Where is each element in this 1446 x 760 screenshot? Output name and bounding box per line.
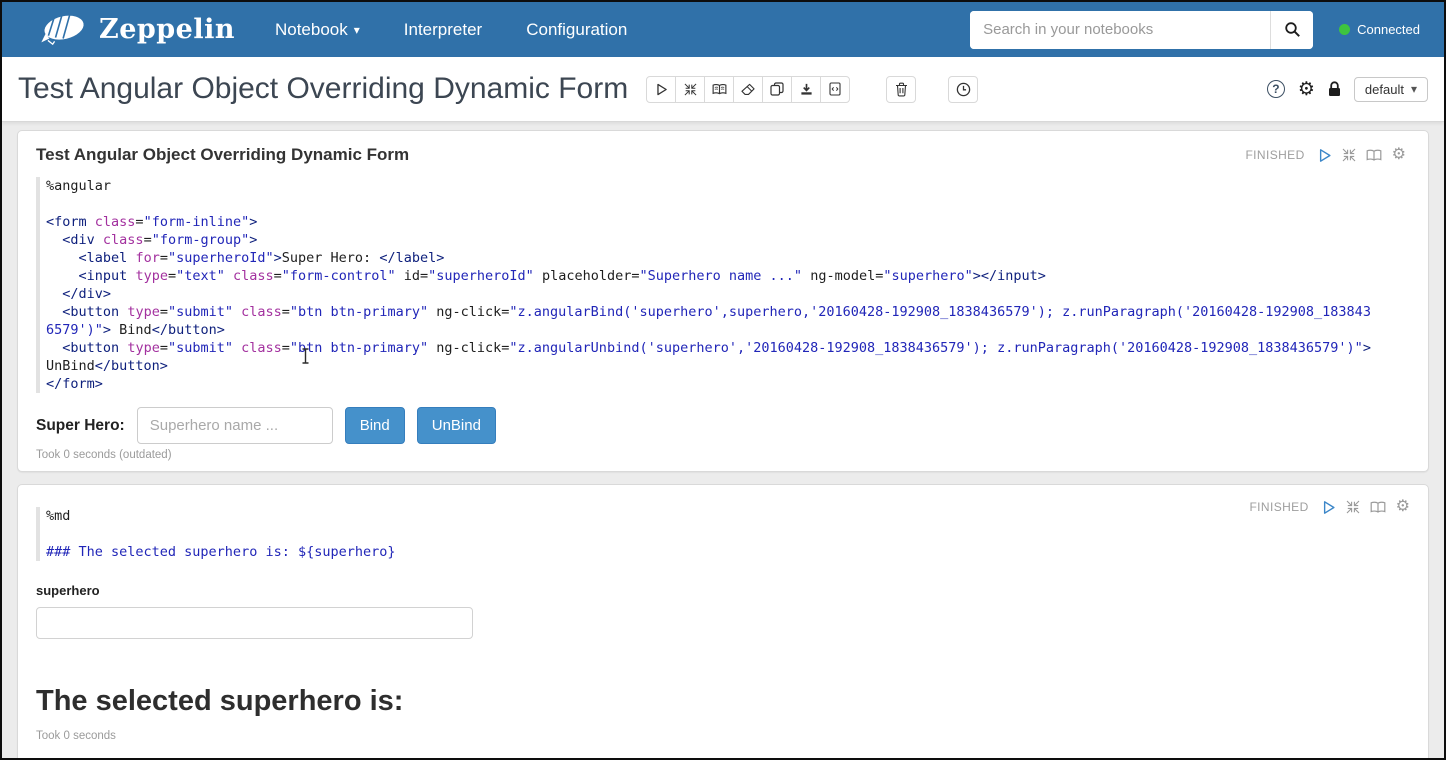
search-button[interactable] <box>1270 11 1313 49</box>
run-all-paragraphs-button[interactable] <box>646 76 676 103</box>
export-note-button[interactable] <box>791 76 821 103</box>
permissions-button[interactable] <box>1328 81 1341 97</box>
show-output-paragraph-button[interactable] <box>1370 501 1386 514</box>
question-icon: ? <box>1272 82 1279 96</box>
clear-output-button[interactable] <box>733 76 763 103</box>
show-hide-code-button[interactable] <box>675 76 705 103</box>
show-output-paragraph-button[interactable] <box>1366 149 1382 162</box>
paragraph-2: FINISHED ⚙ %md ### The selected superher… <box>17 484 1429 760</box>
connected-dot-icon <box>1339 24 1350 35</box>
brand-home-link[interactable]: Zeppelin <box>40 12 235 48</box>
navbar: Zeppelin Notebook ▾ Interpreter Configur… <box>2 2 1444 57</box>
magnifier-icon <box>1284 21 1301 38</box>
interpreter-binding-label: default <box>1365 82 1404 97</box>
brand-name: Zeppelin <box>99 14 235 45</box>
remove-note-button[interactable] <box>886 76 916 103</box>
nav-notebook[interactable]: Notebook ▾ <box>275 20 360 40</box>
gear-icon: ⚙ <box>1392 146 1406 163</box>
bind-button[interactable]: Bind <box>345 407 405 444</box>
play-icon <box>655 83 668 96</box>
collapse-paragraph-button[interactable] <box>1342 148 1356 162</box>
code-editor[interactable]: %angular <form class="form-inline"> <div… <box>36 177 1376 393</box>
zeppelin-airship-icon <box>40 12 90 48</box>
paragraph-1: Test Angular Object Overriding Dynamic F… <box>17 130 1429 472</box>
collapse-icon <box>1346 500 1360 514</box>
paragraph-settings-button[interactable]: ⚙ <box>1392 147 1406 163</box>
gear-icon: ⚙ <box>1298 79 1315 100</box>
clone-note-button[interactable] <box>762 76 792 103</box>
gear-icon: ⚙ <box>1396 498 1410 515</box>
paragraph-controls: FINISHED ⚙ <box>1249 499 1410 515</box>
interpreter-binding-dropdown[interactable]: default ▾ <box>1354 77 1428 102</box>
book-icon <box>1370 501 1386 514</box>
nav-interpreter[interactable]: Interpreter <box>404 20 482 40</box>
book-icon <box>712 83 727 96</box>
clone-icon <box>770 82 784 96</box>
scheduler-button[interactable] <box>948 76 978 103</box>
paragraph-status: FINISHED <box>1249 500 1308 514</box>
markdown-heading: The selected superhero is: <box>36 685 1406 718</box>
eraser-icon <box>741 83 755 96</box>
notebook-search <box>970 11 1313 49</box>
connection-label: Connected <box>1357 22 1420 37</box>
play-icon <box>1321 500 1336 515</box>
show-hide-output-button[interactable] <box>704 76 734 103</box>
superhero-form-label: Super Hero: <box>36 417 125 435</box>
nav-configuration-label: Configuration <box>526 20 627 40</box>
download-icon <box>800 83 813 96</box>
code-editor[interactable]: %md ### The selected superhero is: ${sup… <box>36 507 1376 561</box>
collapse-icon <box>684 83 697 96</box>
clock-icon <box>956 82 971 97</box>
note-header-right: ? ⚙ default ▾ <box>1267 77 1428 102</box>
settings-button[interactable]: ⚙ <box>1298 80 1315 99</box>
note-toolbar <box>646 76 850 103</box>
run-paragraph-button[interactable] <box>1317 148 1332 163</box>
lock-icon <box>1328 81 1341 97</box>
angular-form-output: Super Hero: Bind UnBind <box>36 407 1406 444</box>
paragraph-controls: FINISHED ⚙ <box>1245 147 1406 163</box>
code-document-icon <box>829 82 841 96</box>
zeppelin-window: Zeppelin Notebook ▾ Interpreter Configur… <box>0 0 1446 760</box>
help-button[interactable]: ? <box>1267 80 1285 98</box>
superhero-input[interactable] <box>137 407 333 444</box>
main-nav: Notebook ▾ Interpreter Configuration <box>275 20 627 40</box>
note-header: Test Angular Object Overriding Dynamic F… <box>2 57 1444 122</box>
superhero-dynamic-input[interactable] <box>36 607 473 639</box>
trash-icon <box>895 82 908 97</box>
search-input[interactable] <box>970 11 1270 49</box>
caret-down-icon: ▾ <box>354 24 360 36</box>
note-code-button[interactable] <box>820 76 850 103</box>
execution-time: Took 0 seconds (outdated) <box>36 449 1406 461</box>
paragraph-title: Test Angular Object Overriding Dynamic F… <box>36 145 409 165</box>
caret-down-icon: ▾ <box>1411 83 1417 95</box>
book-icon <box>1366 149 1382 162</box>
dynamic-form-output: superhero <box>36 583 1406 639</box>
connection-status: Connected <box>1339 22 1420 37</box>
run-paragraph-button[interactable] <box>1321 500 1336 515</box>
play-icon <box>1317 148 1332 163</box>
collapse-paragraph-button[interactable] <box>1346 500 1360 514</box>
superhero-dynamic-label: superhero <box>36 583 1406 598</box>
paragraph-status: FINISHED <box>1245 148 1304 162</box>
paragraph-settings-button[interactable]: ⚙ <box>1396 499 1410 515</box>
nav-configuration[interactable]: Configuration <box>526 20 627 40</box>
note-title: Test Angular Object Overriding Dynamic F… <box>18 72 628 106</box>
nav-notebook-label: Notebook <box>275 20 348 40</box>
execution-time: Took 0 seconds <box>36 730 1406 742</box>
unbind-button[interactable]: UnBind <box>417 407 496 444</box>
note-content: Test Angular Object Overriding Dynamic F… <box>2 122 1444 760</box>
nav-interpreter-label: Interpreter <box>404 20 482 40</box>
collapse-icon <box>1342 148 1356 162</box>
